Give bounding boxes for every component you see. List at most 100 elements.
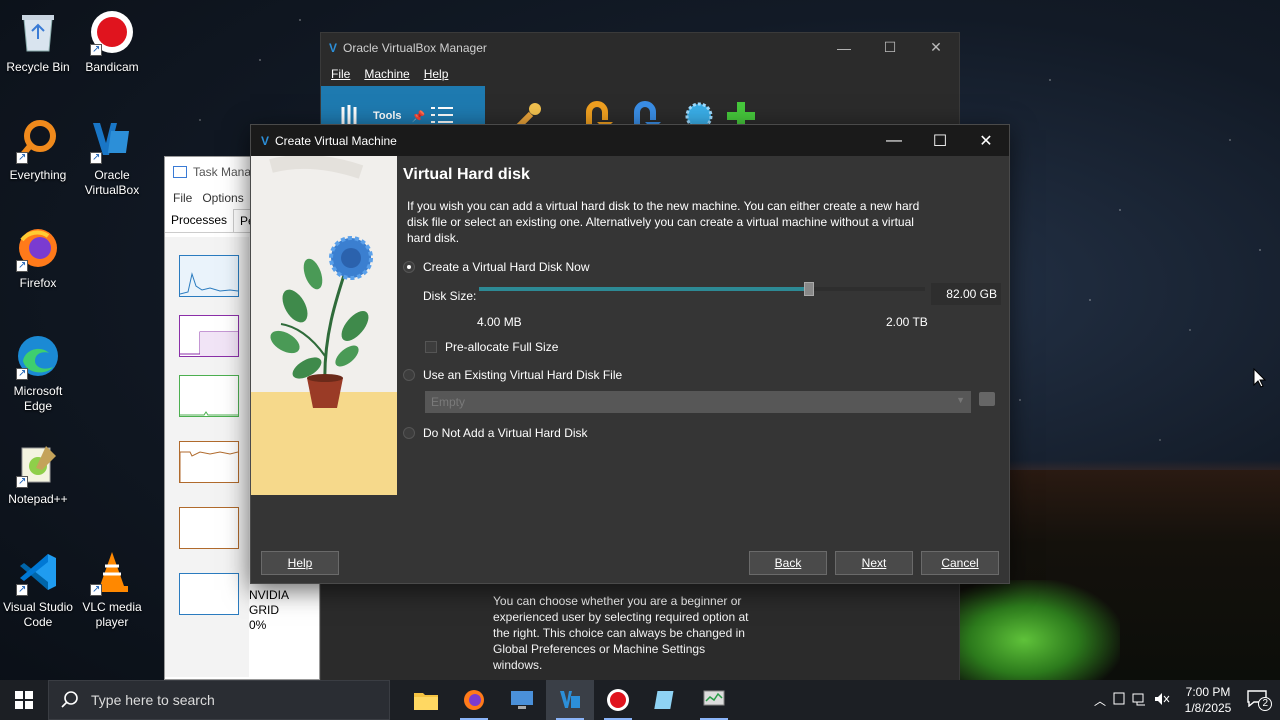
tm-gpu-value: 0% xyxy=(249,618,267,632)
disk-size-label: Disk Size: xyxy=(423,289,477,303)
tm-menu-options[interactable]: Options xyxy=(202,191,243,205)
task-manager-title: Task Manag xyxy=(193,165,258,179)
desktop-icon-label: Recycle Bin xyxy=(6,60,70,74)
create-vm-dialog[interactable]: V Create Virtual Machine — ☐ ✕ Virtual H… xyxy=(250,124,1010,584)
next-button[interactable]: Next xyxy=(835,551,913,575)
folder-icon xyxy=(414,693,438,710)
wallpaper-tent xyxy=(960,580,1120,680)
notepadpp-icon xyxy=(14,440,62,489)
radio-indicator-off[interactable] xyxy=(403,369,415,381)
tm-disk-graph[interactable] xyxy=(179,375,239,417)
tm-memory-graph[interactable] xyxy=(179,315,239,357)
notepad-icon xyxy=(654,691,674,709)
desktop-icon-notepadpp[interactable]: Notepad++ xyxy=(0,440,76,507)
recycle-bin-icon xyxy=(14,8,62,56)
taskbar-task-manager[interactable] xyxy=(690,680,738,720)
taskbar-bandicam[interactable] xyxy=(594,680,642,720)
network-icon[interactable] xyxy=(1132,692,1148,709)
close-button[interactable]: ✕ xyxy=(963,125,1009,156)
radio-use-existing-label: Use an Existing Virtual Hard Disk File xyxy=(423,368,623,382)
desktop-icon-firefox[interactable]: Firefox xyxy=(0,224,76,291)
minimize-button[interactable]: — xyxy=(821,33,867,62)
disk-size-min-label: 4.00 MB xyxy=(477,315,522,329)
tm-menu-file[interactable]: File xyxy=(173,191,192,205)
radio-create-disk-now[interactable]: Create a Virtual Hard Disk Now xyxy=(403,260,590,274)
tm-gpu-graph[interactable] xyxy=(179,573,239,615)
chevron-up-icon[interactable]: ︿ xyxy=(1094,692,1106,709)
maximize-button[interactable]: ☐ xyxy=(867,33,913,62)
volume-muted-icon[interactable] xyxy=(1154,692,1170,709)
radio-use-existing-disk[interactable]: Use an Existing Virtual Hard Disk File xyxy=(403,368,622,382)
disk-size-slider[interactable] xyxy=(479,282,925,296)
task-manager-icon xyxy=(703,690,725,706)
desktop-icon-everything[interactable]: Everything xyxy=(0,116,76,183)
minimize-button[interactable]: — xyxy=(871,125,917,156)
tm-ethernet-graph[interactable] xyxy=(179,441,239,483)
disk-size-input[interactable]: 82.00 GB xyxy=(931,283,1001,305)
virtualbox-icon xyxy=(560,691,580,708)
pin-icon[interactable]: 📌 xyxy=(412,110,426,123)
vbox-menu-help[interactable]: Help xyxy=(424,67,449,81)
taskbar-notepad[interactable] xyxy=(642,680,690,720)
radio-create-disk-now-label: Create a Virtual Hard Disk Now xyxy=(423,260,590,274)
back-button[interactable]: Back xyxy=(749,551,827,575)
desktop-icon-label: Notepad++ xyxy=(8,492,68,506)
virtualbox-icon xyxy=(88,116,136,165)
tablet-mode-icon[interactable] xyxy=(1112,692,1126,709)
desktop-icon-label: Visual Studio Code xyxy=(3,600,73,629)
desktop-icon-recycle-bin[interactable]: Recycle Bin xyxy=(0,8,76,75)
everything-search-icon xyxy=(14,116,62,165)
firefox-icon xyxy=(464,690,484,710)
next-button-label: Next xyxy=(861,556,887,570)
tm-tab-processes[interactable]: Processes xyxy=(165,209,233,232)
desktop-icon-edge[interactable]: Microsoft Edge xyxy=(0,332,76,414)
vbox-menu-machine[interactable]: Machine xyxy=(364,67,409,81)
help-button[interactable]: Help xyxy=(261,551,339,575)
vbox-menu-file[interactable]: File xyxy=(331,67,350,81)
radio-no-disk[interactable]: Do Not Add a Virtual Hard Disk xyxy=(403,426,588,440)
disk-size-slider-thumb[interactable] xyxy=(804,282,814,296)
clock-time: 7:00 PM xyxy=(1185,685,1231,699)
start-button[interactable] xyxy=(0,680,48,720)
edge-icon xyxy=(14,332,62,381)
virtualbox-app-icon: V xyxy=(261,133,270,148)
vbox-tools-label: Tools xyxy=(373,110,402,122)
taskbar-clock[interactable]: 7:00 PM 1/8/2025 xyxy=(1176,684,1240,716)
task-manager-icon xyxy=(173,166,187,178)
cancel-button[interactable]: Cancel xyxy=(921,551,999,575)
back-button-label: Back xyxy=(774,556,802,570)
radio-indicator-off[interactable] xyxy=(403,427,415,439)
remote-desktop-icon xyxy=(511,691,533,709)
vlc-icon xyxy=(88,548,136,597)
taskbar-file-explorer[interactable] xyxy=(402,680,450,720)
taskbar-firefox[interactable] xyxy=(450,680,498,720)
taskbar-virtualbox[interactable] xyxy=(546,680,594,720)
tm-cpu-graph[interactable] xyxy=(179,255,239,297)
taskbar-remote-desktop[interactable] xyxy=(498,680,546,720)
desktop-icon-vscode[interactable]: Visual Studio Code xyxy=(0,548,76,630)
preallocate-checkbox[interactable] xyxy=(425,341,437,353)
existing-disk-combobox[interactable]: Empty ▼ xyxy=(425,391,971,413)
choose-disk-folder-icon[interactable] xyxy=(979,392,995,406)
clock-date: 1/8/2025 xyxy=(1184,701,1232,715)
mouse-cursor-icon xyxy=(1253,367,1267,391)
search-icon xyxy=(61,690,79,711)
desktop-icon-virtualbox[interactable]: Oracle VirtualBox xyxy=(74,116,150,198)
desktop-icon-bandicam[interactable]: Bandicam xyxy=(74,8,150,75)
desktop-icon-vlc[interactable]: VLC media player xyxy=(74,548,150,630)
radio-indicator-on[interactable] xyxy=(403,261,415,273)
checkbox-preallocate[interactable]: Pre-allocate Full Size xyxy=(425,340,558,354)
bandicam-icon xyxy=(607,689,629,711)
maximize-button[interactable]: ☐ xyxy=(917,125,963,156)
tm-ethernet2-graph[interactable] xyxy=(179,507,239,549)
help-button-label: Help xyxy=(287,556,313,570)
desktop-icon-label: Microsoft Edge xyxy=(13,384,63,413)
taskbar-search-box[interactable]: Type here to search xyxy=(48,680,390,720)
vbox-window-title: Oracle VirtualBox Manager xyxy=(343,40,487,55)
close-button[interactable]: ✕ xyxy=(913,33,959,62)
desktop-icon-label: Bandicam xyxy=(85,60,139,74)
notification-center-icon[interactable]: 2 xyxy=(1246,689,1272,711)
preallocate-label: Pre-allocate Full Size xyxy=(445,340,559,354)
desktop-icon-label: Oracle VirtualBox xyxy=(84,168,140,197)
taskbar: Type here to search ︿ 7:00 PM 1/8/2025 2 xyxy=(0,680,1280,720)
